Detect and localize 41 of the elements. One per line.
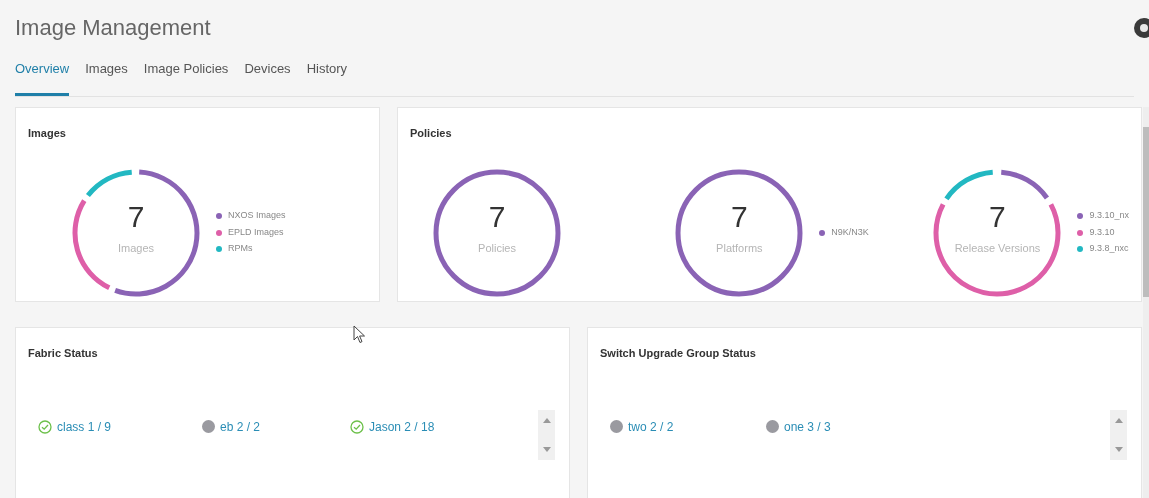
total-count: 7: [989, 202, 1006, 233]
card-title: Policies: [410, 126, 452, 139]
legend-label: RPMs: [228, 242, 253, 256]
legend-label: 9.3.10_nx: [1089, 209, 1129, 223]
up-arrow-icon: [1114, 417, 1123, 423]
tab[interactable]: History: [306, 59, 348, 96]
status-link[interactable]: two 2 / 2: [628, 417, 674, 436]
settings-icon[interactable]: [1133, 17, 1149, 39]
legend-label: 9.3.10: [1089, 225, 1115, 239]
chart-caption: Platforms: [716, 241, 763, 257]
scroll-control[interactable]: [1110, 409, 1127, 460]
card-title: Images: [28, 126, 66, 139]
legend-label: N9K/N3K: [831, 225, 869, 239]
tab[interactable]: Image Policies: [143, 59, 229, 96]
chart-caption: Images: [117, 241, 155, 257]
down-arrow-icon: [1114, 446, 1123, 452]
page-title: Image Management: [15, 17, 211, 39]
check-circle-icon: [350, 419, 364, 434]
legend-label: EPLD Images: [228, 225, 284, 239]
legend-label: 9.3.8_nxc: [1089, 242, 1129, 256]
chart-caption: Policies: [478, 241, 516, 257]
tab[interactable]: Devices: [244, 59, 291, 96]
tab[interactable]: Overview: [15, 59, 70, 96]
status-link[interactable]: class 1 / 9: [57, 417, 112, 436]
status-link[interactable]: Jason 2 / 18: [369, 417, 435, 436]
down-arrow-icon: [542, 446, 551, 452]
check-circle-icon: [38, 419, 52, 434]
status-link[interactable]: one 3 / 3: [784, 417, 831, 436]
total-count: 7: [127, 202, 145, 233]
total-count: 7: [731, 202, 748, 233]
card-title: Fabric Status: [28, 346, 98, 359]
page-scrollbar[interactable]: [1143, 106, 1149, 498]
chart-caption: Release Versions: [954, 241, 1041, 257]
legend-label: NXOS Images: [228, 209, 286, 223]
scroll-control[interactable]: [538, 409, 555, 460]
tab[interactable]: Images: [85, 59, 128, 96]
scrollbar-thumb[interactable]: [1143, 126, 1149, 297]
total-count: 7: [488, 202, 506, 233]
status-link[interactable]: eb 2 / 2: [220, 417, 261, 436]
up-arrow-icon: [542, 417, 551, 423]
card-title: Switch Upgrade Group Status: [600, 346, 756, 359]
